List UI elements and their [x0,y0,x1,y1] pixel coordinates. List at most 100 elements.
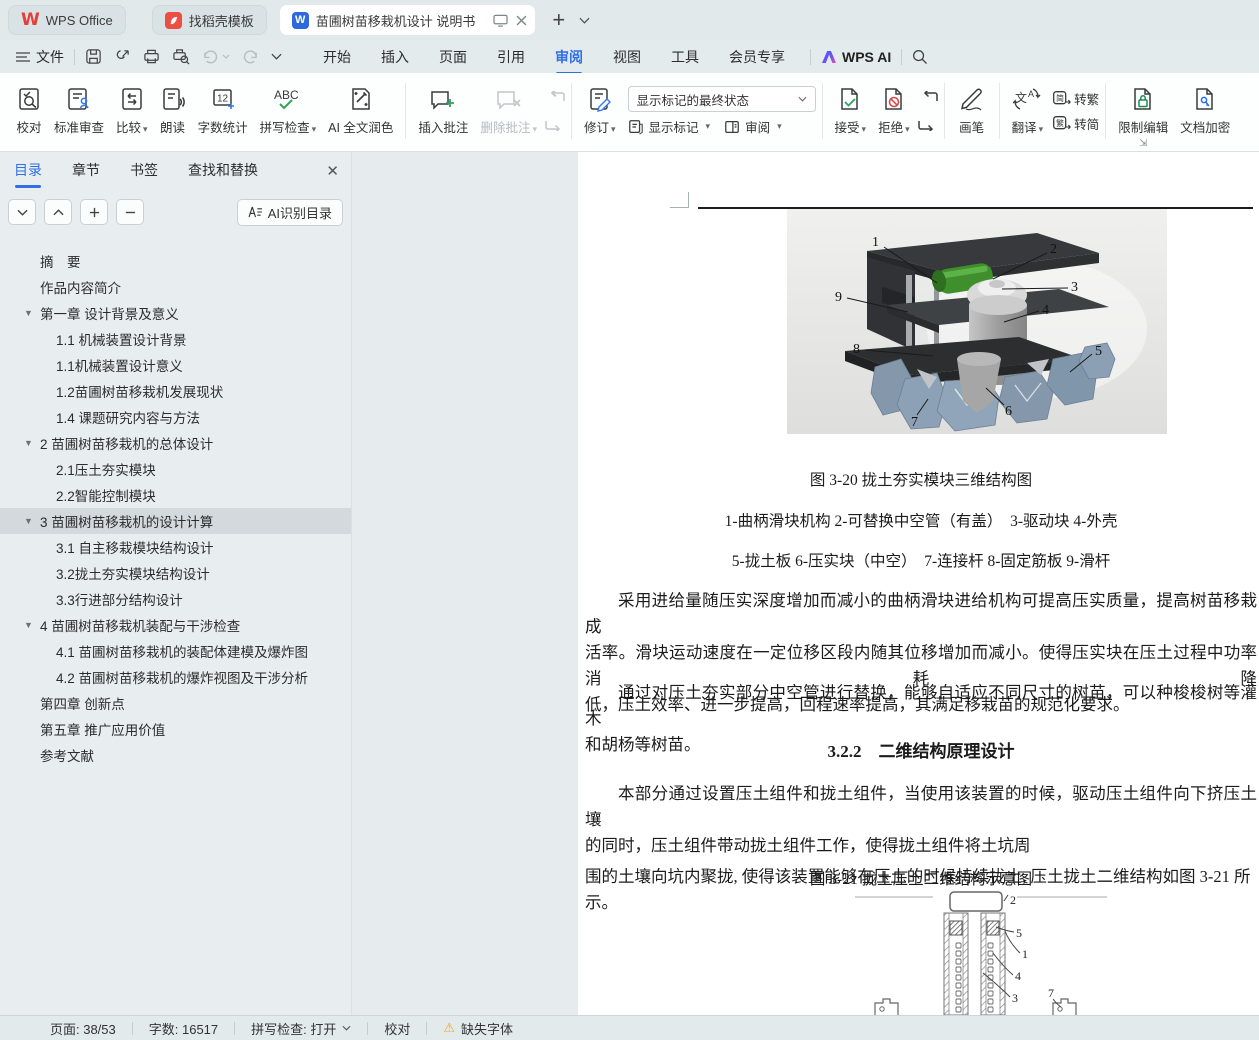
toc-expand-arrow-icon[interactable]: ▼ [24,308,34,318]
save-icon[interactable] [85,48,102,65]
toc-item[interactable]: ▼ 2 苗圃树苗移栽机的总体设计 [0,430,351,456]
proofread-status-button[interactable]: 校对 [384,1019,410,1038]
proofread-button[interactable]: 校对 [10,82,48,140]
ai-recognize-toc-button[interactable]: AI识别目录 [236,198,343,226]
search-icon[interactable] [912,49,928,65]
menu-tab-review[interactable]: 审阅 [540,41,598,75]
spell-check-button[interactable]: ABC 拼写检查 ▾ [254,82,323,140]
read-aloud-button[interactable]: 朗读 [154,82,192,140]
toc-item[interactable]: ▼ 第一章 设计背景及意义 [0,300,351,326]
menu-tab-tools[interactable]: 工具 [656,41,714,73]
toc-item[interactable]: ▼ 1.2苗圃树苗移栽机发展现状 [0,378,351,404]
sidebar-tab-chapters[interactable]: 章节 [72,160,100,184]
to-traditional-button[interactable]: 简 转繁 [1053,89,1099,108]
reject-button[interactable]: 拒绝 ▾ [872,82,916,140]
to-simplified-button[interactable]: 繁 转简 [1053,114,1099,133]
menu-bar: 文件 开始 插入 页面 引用 审阅 视图 工具 会员专享 WPS AI [0,40,1259,75]
new-tab-button[interactable]: + [552,7,565,33]
accept-button[interactable]: 接受 ▾ [829,82,873,140]
toc-collapse-button[interactable] [116,199,144,225]
tab-document-active[interactable]: W 苗圃树苗移栽机设计 说明书 [278,4,537,36]
export-icon[interactable] [114,48,131,65]
tab-list-chevron-icon[interactable] [579,11,590,29]
file-menu[interactable]: 文件 [16,47,64,67]
toc-item[interactable]: ▼ 3.3行进部分结构设计 [0,586,351,612]
menu-tab-reference[interactable]: 引用 [482,41,540,73]
close-tab-icon[interactable] [516,15,527,26]
tab-docer-templates[interactable]: 找稻壳模板 [151,5,267,35]
pen-button[interactable]: 画笔 [951,82,993,140]
next-comment-icon[interactable] [545,115,565,131]
previous-comment-icon[interactable] [545,91,565,107]
toc-item[interactable]: ▼ 3 苗圃树苗移栽机的设计计算 [0,508,351,534]
toc-item[interactable]: ▼ 3.1 自主移栽模块结构设计 [0,534,351,560]
toc-expand-button[interactable] [80,199,108,225]
compare-button[interactable]: 比较 ▾ [110,82,154,140]
spell-check-indicator[interactable]: 拼写检查: 打开 [251,1019,351,1038]
wps-ai-icon [822,50,836,63]
pen-icon [960,88,982,111]
toc-item[interactable]: ▼ 1.1 机械装置设计背景 [0,326,351,352]
menu-tab-page[interactable]: 页面 [424,41,482,73]
toc-item[interactable]: ▼ 4.1 苗圃树苗移栽机的装配体建模及爆炸图 [0,638,351,664]
figure-3-21-image[interactable]: 2 5 1 4 3 7 [855,891,1115,1015]
group-expand-icon[interactable]: ⇲ [1139,138,1147,149]
restrict-edit-button[interactable]: 限制编辑 [1112,82,1174,140]
insert-comment-button[interactable]: 插入批注 [412,82,474,140]
next-revision-icon[interactable] [917,115,938,131]
sidebar-tab-bookmarks[interactable]: 书签 [130,160,158,184]
toc-item[interactable]: ▼ 1.1机械装置设计意义 [0,352,351,378]
document-page[interactable]: 1 2 3 4 5 6 7 8 9 图 3-20 拢土夯实模块三维结构图 1-曲… [578,152,1259,1015]
toc-item[interactable]: ▼ 参考文献 [0,742,351,768]
show-markup-button[interactable]: 显示标记 ▾ [628,117,710,136]
sidebar-close-icon[interactable]: ✕ [326,162,339,180]
toc-item[interactable]: ▼ 第五章 推广应用价值 [0,716,351,742]
page-indicator[interactable]: 页面: 38/53 [50,1019,116,1038]
translate-button[interactable]: 文A 翻译 ▾ [1006,82,1050,140]
menu-tab-home[interactable]: 开始 [308,41,366,73]
previous-revision-icon[interactable] [918,91,938,107]
print-preview-icon[interactable] [172,48,190,65]
review-pane-button[interactable]: 审阅 ▾ [724,117,782,136]
menu-tab-view[interactable]: 视图 [598,41,656,73]
standard-review-button[interactable]: 标准审查 [48,82,110,140]
undo-icon[interactable] [202,49,219,64]
tab-wps-office[interactable]: W WPS Office [8,5,126,35]
figure-3-20-image[interactable]: 1 2 3 4 5 6 7 8 9 [787,209,1167,434]
divider [367,1021,369,1035]
quick-access-chevron-icon[interactable] [271,53,282,60]
toc-expand-arrow-icon[interactable]: ▼ [24,620,34,630]
word-count-button[interactable]: 12 字数统计 [192,82,254,140]
toc-item[interactable]: ▼ 作品内容简介 [0,274,351,300]
print-icon[interactable] [143,48,160,65]
menu-tab-insert[interactable]: 插入 [366,41,424,73]
sidebar-tab-toc[interactable]: 目录 [14,160,42,188]
toc-previous-button[interactable] [44,199,72,225]
wps-ai-button[interactable]: WPS AI [821,49,891,65]
toc-item[interactable]: ▼ 2.1压土夯实模块 [0,456,351,482]
toc-expand-arrow-icon[interactable]: ▼ [24,438,34,448]
toc-item[interactable]: ▼ 4.2 苗圃树苗移栽机的爆炸视图及干涉分析 [0,664,351,690]
track-changes-button[interactable]: 修订 ▾ [578,82,622,140]
toc-item[interactable]: ▼ 第四章 创新点 [0,690,351,716]
word-count-indicator[interactable]: 字数: 16517 [149,1019,218,1038]
toc-item[interactable]: ▼ 1.4 课题研究内容与方法 [0,404,351,430]
delete-comment-button[interactable]: 删除批注 ▾ [474,82,543,140]
missing-font-warning[interactable]: ⚠ 缺失字体 [443,1019,513,1038]
toc-item[interactable]: ▼ 3.2拢土夯实模块结构设计 [0,560,351,586]
sidebar-tab-find-replace[interactable]: 查找和替换 [188,160,258,184]
toc-item[interactable]: ▼ 4 苗圃树苗移栽机装配与干涉检查 [0,612,351,638]
ai-polish-button[interactable]: AI 全文润色 [322,82,399,140]
redo-icon[interactable] [242,49,259,64]
toc-item[interactable]: ▼ 2.2智能控制模块 [0,482,351,508]
writer-doc-icon: W [291,11,309,29]
menu-tab-member[interactable]: 会员专享 [714,41,800,73]
present-to-screen-icon[interactable] [493,14,508,27]
toc-next-button[interactable] [8,199,36,225]
toc-item[interactable]: ▼ 摘 要 [0,248,351,274]
doc-encrypt-button[interactable]: 文档加密 [1174,82,1236,140]
toc-expand-arrow-icon[interactable]: ▼ [24,516,34,526]
undo-dropdown-chevron-icon[interactable] [222,54,230,59]
markup-state-dropdown[interactable]: 显示标记的最终状态 [627,86,816,112]
fig20-label-6: 6 [1005,404,1012,419]
